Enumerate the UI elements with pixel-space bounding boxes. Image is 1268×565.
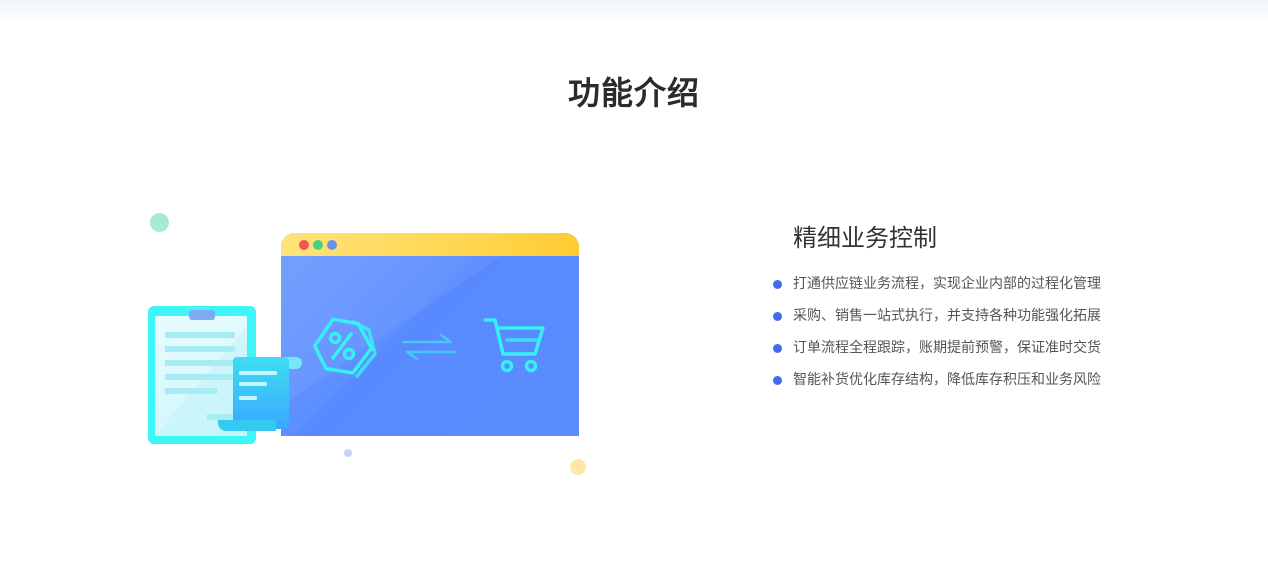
receipt-line — [239, 382, 267, 386]
window-dot-green — [313, 240, 323, 250]
decorative-dot-yellow — [570, 459, 586, 475]
feature-item: 智能补货优化库存结构，降低库存积压和业务风险 — [773, 370, 1101, 402]
exchange-arrows-icon — [401, 333, 457, 361]
feature-item-text: 订单流程全程跟踪，账期提前预警，保证准时交货 — [793, 340, 1101, 356]
top-gradient-band — [0, 0, 1268, 24]
section-title: 功能介绍 — [567, 74, 700, 112]
clipboard-line — [165, 332, 235, 338]
browser-title-bar — [281, 233, 579, 256]
clipboard-holder — [189, 310, 215, 320]
browser-body — [281, 256, 579, 436]
feature-title: 精细业务控制 — [793, 224, 937, 252]
window-dot-red — [299, 240, 309, 250]
receipt-icon — [233, 357, 289, 429]
shopping-cart-icon — [483, 318, 545, 373]
feature-item-text: 打通供应链业务流程，实现企业内部的过程化管理 — [793, 276, 1101, 292]
decorative-dot-green — [150, 213, 169, 232]
feature-list: 打通供应链业务流程，实现企业内部的过程化管理 采购、销售一站式执行，并支持各种功… — [773, 274, 1101, 402]
feature-item-text: 采购、销售一站式执行，并支持各种功能强化拓展 — [793, 308, 1101, 324]
window-dot-blue — [327, 240, 337, 250]
receipt-roll-bottom — [218, 420, 276, 431]
bullet-dot-icon — [773, 376, 782, 385]
bullet-dot-icon — [773, 344, 782, 353]
clipboard-line — [165, 374, 235, 380]
feature-item: 采购、销售一站式执行，并支持各种功能强化拓展 — [773, 306, 1101, 338]
feature-illustration — [130, 200, 610, 490]
bullet-dot-icon — [773, 280, 782, 289]
bullet-dot-icon — [773, 312, 782, 321]
browser-window-graphic — [281, 233, 579, 436]
clipboard-line — [165, 388, 217, 394]
clipboard-line — [165, 346, 235, 352]
decorative-dot-blue — [344, 449, 352, 457]
feature-item: 打通供应链业务流程，实现企业内部的过程化管理 — [773, 274, 1101, 306]
feature-item: 订单流程全程跟踪，账期提前预警，保证准时交货 — [773, 338, 1101, 370]
clipboard-line — [165, 360, 235, 366]
feature-item-text: 智能补货优化库存结构，降低库存积压和业务风险 — [793, 372, 1101, 388]
receipt-line — [239, 371, 277, 375]
receipt-line — [239, 396, 257, 400]
discount-tag-icon — [312, 317, 377, 378]
